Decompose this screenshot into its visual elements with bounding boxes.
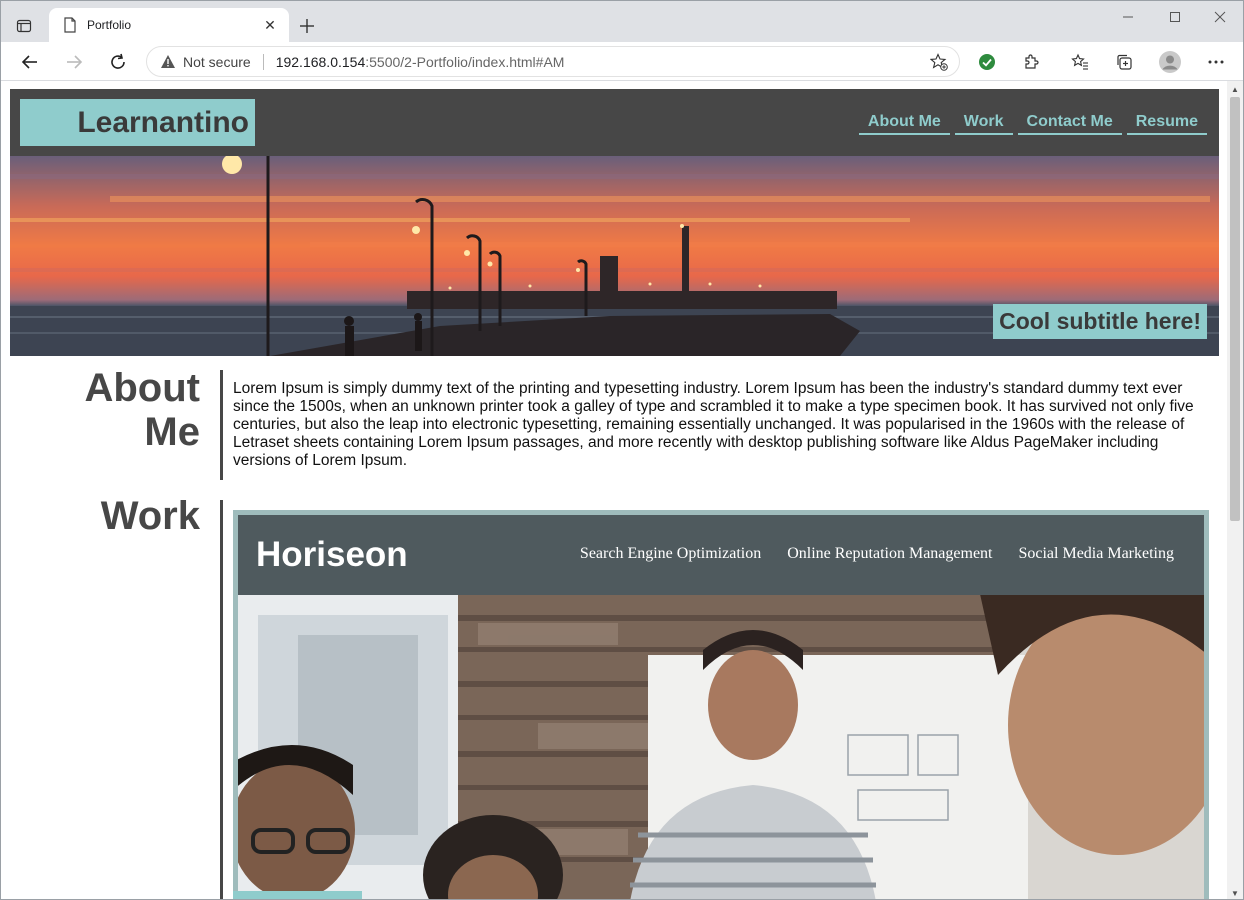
nav-contact-me[interactable]: Contact Me: [1017, 111, 1122, 135]
project-header: Horiseon Search Engine Optimization Onli…: [238, 515, 1204, 595]
project-nav-item: Online Reputation Management: [787, 545, 993, 562]
forward-icon[interactable]: [60, 48, 88, 76]
hero-banner: Cool subtitle here!: [10, 156, 1219, 356]
extension-check-icon[interactable]: [973, 48, 1001, 76]
hero-subtitle: Cool subtitle here!: [993, 304, 1207, 339]
minimize-icon[interactable]: [1105, 5, 1151, 29]
about-divider: [220, 370, 223, 480]
nav-resume[interactable]: Resume: [1126, 111, 1207, 135]
project-nav: Search Engine Optimization Online Reputa…: [580, 545, 1174, 563]
hero-subtitle-text: Cool subtitle here!: [999, 308, 1201, 334]
url-text[interactable]: 192.168.0.154:5500/2-Portfolio/index.htm…: [276, 54, 565, 70]
scrollbar-thumb[interactable]: [1230, 97, 1240, 521]
scroll-up-icon[interactable]: ▲: [1227, 81, 1243, 97]
main-nav: About Me Work Contact Me Resume: [858, 111, 1207, 135]
site-header: Learnantino About Me Work Contact Me Res…: [10, 89, 1219, 156]
tab-portfolio[interactable]: Portfolio ✕: [49, 8, 289, 42]
scroll-down-icon[interactable]: ▼: [1227, 885, 1243, 899]
tab-strip: Portfolio ✕: [1, 1, 1243, 42]
close-tab-icon[interactable]: ✕: [261, 16, 279, 34]
more-menu-icon[interactable]: [1202, 48, 1230, 76]
new-tab-icon[interactable]: [295, 14, 319, 38]
favorites-icon[interactable]: [1066, 48, 1094, 76]
work-title: Work: [100, 494, 200, 538]
close-window-icon[interactable]: [1197, 5, 1243, 29]
site-logo[interactable]: Learnantino: [20, 99, 255, 146]
url-path: :5500/2-Portfolio/index.html#AM: [365, 53, 565, 70]
url-host: 192.168.0.154: [275, 53, 366, 70]
browser-toolbar: Not secure 192.168.0.154:5500/2-Portfoli…: [1, 42, 1243, 81]
about-title-line2: Me: [144, 410, 200, 454]
profile-avatar-icon[interactable]: [1156, 48, 1184, 76]
nav-work[interactable]: Work: [954, 111, 1013, 135]
tab-actions-icon[interactable]: [11, 13, 37, 39]
address-bar[interactable]: Not secure 192.168.0.154:5500/2-Portfoli…: [146, 46, 960, 77]
security-status[interactable]: Not secure: [183, 54, 251, 70]
about-title: About Me: [84, 366, 200, 454]
work-divider: [220, 500, 223, 899]
refresh-icon[interactable]: [104, 48, 132, 76]
page-scrollbar[interactable]: ▲ ▼: [1227, 81, 1243, 899]
tab-title: Portfolio: [87, 18, 132, 32]
work-project-card[interactable]: Horiseon Search Engine Optimization Onli…: [233, 510, 1209, 899]
work-card-label-tab: [233, 891, 362, 899]
page-viewport: Learnantino About Me Work Contact Me Res…: [1, 81, 1227, 899]
project-team-photo: [238, 595, 1204, 899]
page-icon: [61, 16, 79, 34]
omnibox-divider: [262, 53, 264, 70]
warning-icon[interactable]: [159, 53, 177, 71]
project-nav-item: Search Engine Optimization: [579, 545, 762, 562]
site-logo-text: Learnantino: [77, 105, 249, 139]
browser-window: Portfolio ✕ Not secure 192.168.0.154:550…: [0, 0, 1244, 900]
project-screenshot: Horiseon Search Engine Optimization Onli…: [238, 515, 1204, 899]
project-nav-item: Social Media Marketing: [1018, 545, 1174, 562]
about-title-line1: About: [84, 366, 200, 410]
collections-icon[interactable]: [1110, 48, 1138, 76]
maximize-icon[interactable]: [1152, 5, 1198, 29]
nav-about-me[interactable]: About Me: [858, 111, 950, 135]
add-favorite-icon[interactable]: [929, 52, 949, 72]
extensions-icon[interactable]: [1017, 48, 1045, 76]
back-icon[interactable]: [16, 48, 44, 76]
project-logo: Horiseon: [256, 535, 408, 574]
about-body: Lorem Ipsum is simply dummy text of the …: [233, 380, 1194, 469]
